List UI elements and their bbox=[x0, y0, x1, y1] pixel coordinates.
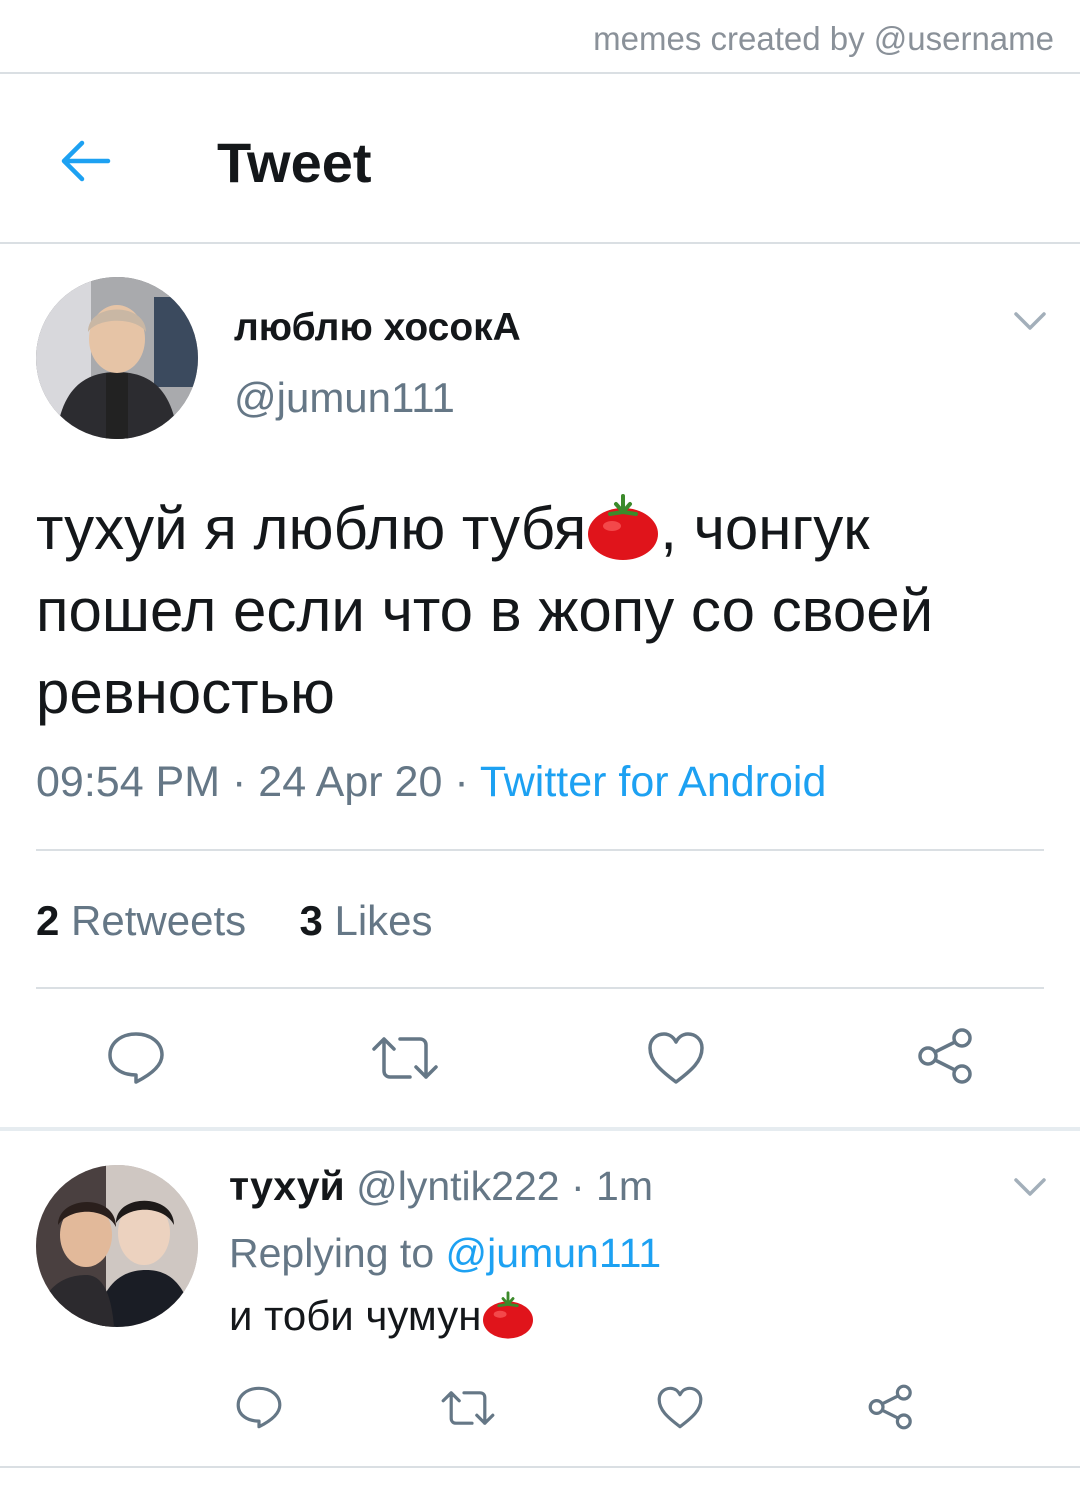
reply-author-handle[interactable]: @lyntik222 bbox=[356, 1163, 559, 1209]
reply-avatar[interactable] bbox=[36, 1165, 198, 1327]
replying-to: Replying to @jumun111 bbox=[229, 1230, 661, 1277]
share-icon bbox=[918, 1028, 972, 1084]
reply-author-display-name[interactable]: тухуй bbox=[229, 1163, 345, 1209]
tweet-menu-button[interactable] bbox=[1012, 310, 1048, 332]
share-button[interactable] bbox=[916, 1026, 976, 1086]
reply-icon bbox=[236, 1386, 282, 1429]
reply-author-line: тухуй @lyntik222 · 1m bbox=[229, 1163, 653, 1209]
watermark-text: memes created by @username bbox=[593, 20, 1054, 57]
share-icon bbox=[868, 1384, 912, 1430]
reply-button[interactable] bbox=[106, 1030, 166, 1086]
tweet-time: 09:54 PM bbox=[36, 758, 221, 806]
chevron-down-icon bbox=[1014, 312, 1046, 330]
tomato-emoji bbox=[588, 494, 659, 561]
retweet-icon bbox=[441, 1391, 495, 1425]
reply-share-button[interactable] bbox=[867, 1383, 915, 1431]
retweets-stat[interactable]: 2 Retweets bbox=[36, 897, 246, 944]
avatar[interactable] bbox=[36, 277, 198, 439]
retweet-button[interactable] bbox=[370, 1033, 440, 1083]
like-button[interactable] bbox=[646, 1030, 706, 1086]
likes-stat[interactable]: 3 Likes bbox=[299, 897, 432, 944]
divider bbox=[0, 242, 1080, 244]
divider bbox=[0, 1466, 1080, 1468]
reply-reply-button[interactable] bbox=[235, 1385, 283, 1430]
tweet-stats: 2 Retweets 3 Likes bbox=[36, 897, 433, 945]
likes-count: 3 bbox=[299, 897, 323, 944]
reply-retweet-button[interactable] bbox=[440, 1388, 496, 1428]
reply-age: 1m bbox=[596, 1163, 653, 1209]
replying-prefix: Replying to bbox=[229, 1230, 435, 1276]
divider bbox=[36, 987, 1044, 989]
back-arrow-icon bbox=[61, 140, 111, 182]
like-icon bbox=[648, 1032, 704, 1084]
divider bbox=[36, 849, 1044, 851]
tweet-meta: 09:54 PM · 24 Apr 20 · Twitter for Andro… bbox=[36, 758, 827, 806]
author-display-name[interactable]: люблю хосокА bbox=[234, 306, 521, 350]
chevron-down-icon bbox=[1014, 1178, 1046, 1196]
tweet-text-part1: тухуй я люблю тубя bbox=[36, 495, 587, 562]
divider bbox=[0, 72, 1080, 74]
section-divider bbox=[0, 1127, 1080, 1131]
retweets-count: 2 bbox=[36, 897, 60, 944]
like-icon bbox=[657, 1386, 703, 1429]
tomato-emoji bbox=[483, 1291, 534, 1339]
tweet-text: тухуй я люблю тубя, чонгук пошел если чт… bbox=[36, 488, 1056, 734]
author-handle[interactable]: @jumun111 bbox=[234, 374, 455, 422]
page-title: Tweet bbox=[217, 131, 372, 194]
likes-label: Likes bbox=[334, 897, 433, 944]
reply-menu-button[interactable] bbox=[1012, 1176, 1048, 1198]
replying-handle-link[interactable]: @jumun111 bbox=[446, 1230, 662, 1276]
reply-like-button[interactable] bbox=[656, 1385, 704, 1430]
retweets-label: Retweets bbox=[71, 897, 247, 944]
reply-text: и тоби чумун bbox=[229, 1291, 535, 1340]
retweet-icon bbox=[372, 1037, 438, 1079]
tweet-source-link[interactable]: Twitter for Android bbox=[480, 758, 827, 806]
reply-icon bbox=[108, 1032, 164, 1084]
back-button[interactable] bbox=[58, 136, 114, 186]
tweet-date: 24 Apr 20 bbox=[258, 758, 443, 806]
reply-text-content: и тоби чумун bbox=[229, 1292, 482, 1339]
